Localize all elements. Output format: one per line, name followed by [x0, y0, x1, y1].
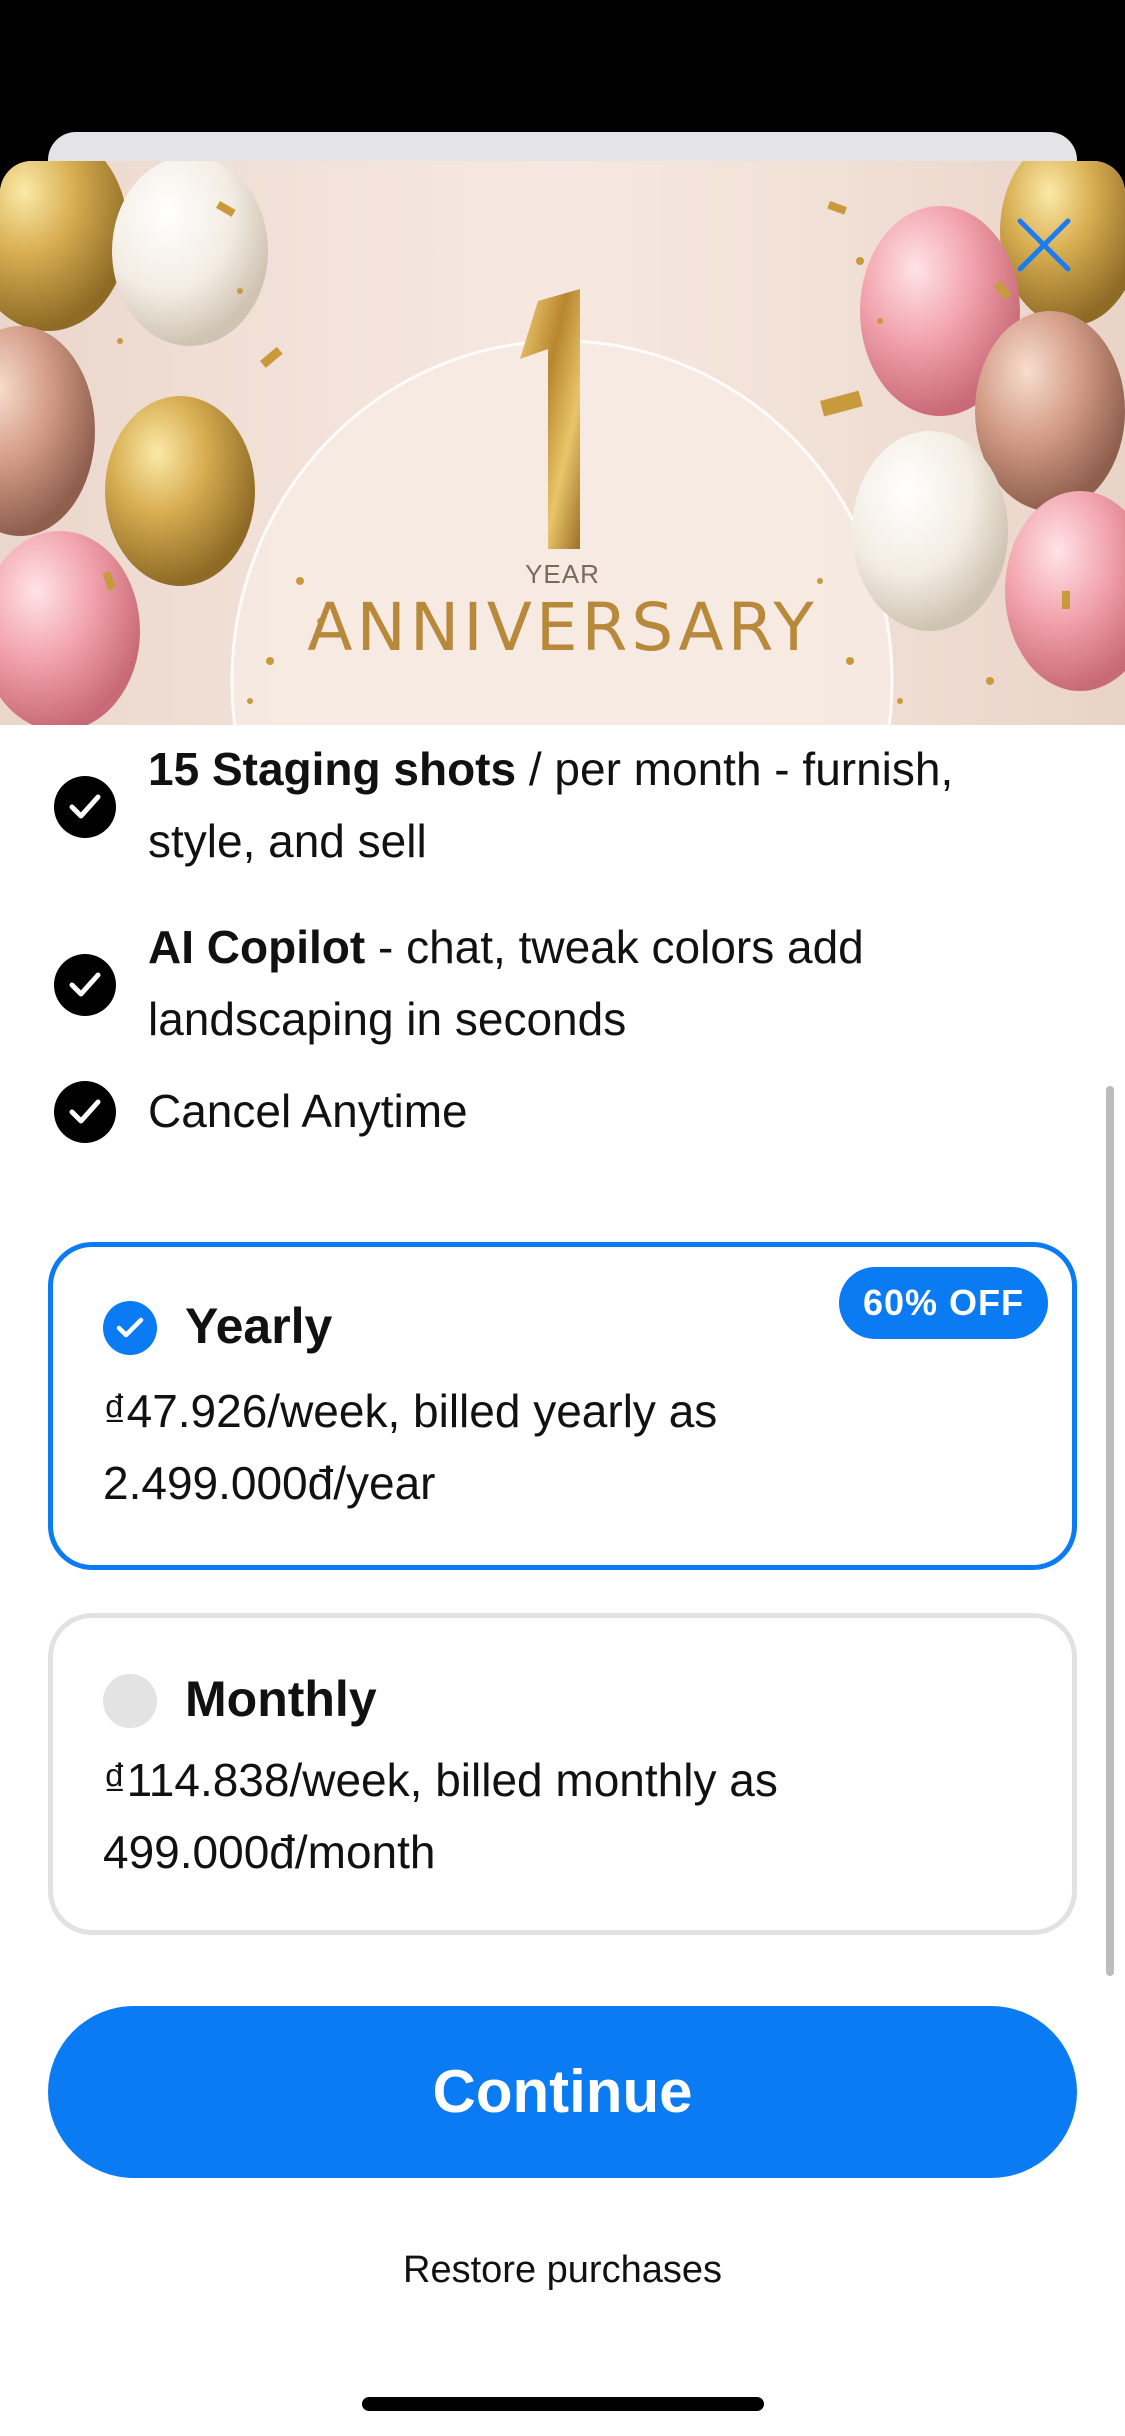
- radio-unselected-icon[interactable]: [103, 1674, 157, 1728]
- discount-badge: 60% OFF: [838, 1267, 1048, 1339]
- paywall-sheet: YEAR ANNIVERSARY 15 Staging shots / per …: [0, 161, 1125, 2436]
- feature-text-cont: style, and sell: [148, 815, 427, 867]
- restore-purchases-link[interactable]: Restore purchases: [0, 2249, 1125, 2292]
- radio-selected-icon[interactable]: [103, 1301, 157, 1355]
- anniversary-banner: YEAR ANNIVERSARY: [0, 161, 1125, 725]
- close-icon: [1017, 218, 1071, 272]
- checkmark-icon: [54, 1081, 116, 1143]
- feature-bold: 15 Staging shots: [148, 743, 517, 795]
- plan-description: ₫114.838/week, billed monthly as 499.000đ…: [103, 1754, 778, 1878]
- plan-title: Monthly: [185, 1671, 377, 1727]
- anniversary-title: ANNIVERSARY: [307, 589, 818, 666]
- year-label: YEAR: [525, 559, 600, 589]
- home-indicator[interactable]: [362, 2397, 764, 2411]
- plan-yearly[interactable]: 60% OFF Yearly ₫47.926/week, billed year…: [48, 1242, 1077, 1570]
- close-button[interactable]: [1010, 211, 1078, 279]
- plan-monthly[interactable]: Monthly ₫114.838/week, billed monthly as…: [48, 1613, 1077, 1935]
- feature-text: - chat, tweak colors add: [365, 921, 864, 973]
- plan-description: ₫47.926/week, billed yearly as 2.499.000đ…: [103, 1385, 718, 1509]
- feature-text-cont: landscaping in seconds: [148, 993, 627, 1045]
- feature-text: / per month - furnish,: [516, 743, 954, 795]
- feature-text: Cancel Anytime: [148, 1085, 468, 1137]
- continue-button[interactable]: Continue: [48, 2006, 1077, 2178]
- checkmark-icon: [54, 954, 116, 1016]
- checkmark-icon: [54, 776, 116, 838]
- feature-bold: AI Copilot: [148, 921, 366, 973]
- plan-title: Yearly: [185, 1298, 333, 1354]
- scrollbar[interactable]: [1106, 1086, 1114, 1976]
